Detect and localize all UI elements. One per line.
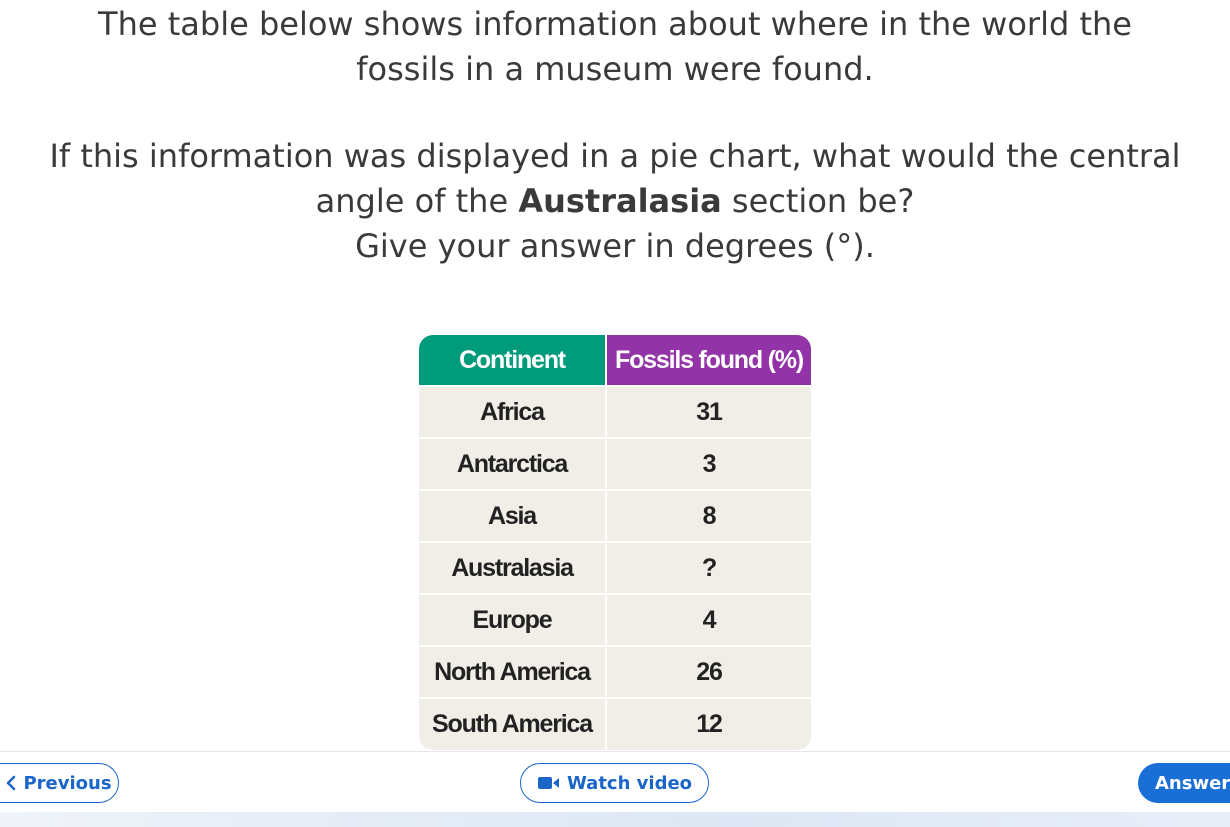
question-line-4-start: angle of the <box>315 182 519 220</box>
fossils-table: Continent Fossils found (%) Africa 31 An… <box>419 335 811 750</box>
percent-cell: 12 <box>606 697 811 750</box>
percent-cell: 31 <box>606 385 811 438</box>
table-header-row: Continent Fossils found (%) <box>419 335 811 386</box>
question-line-3: If this information was displayed in a p… <box>49 137 1181 175</box>
table-row: Australasia ? <box>419 541 811 594</box>
watch-video-label: Watch video <box>566 772 693 794</box>
continent-cell: Europe <box>419 593 607 646</box>
video-camera-icon <box>537 776 561 790</box>
percent-cell: 8 <box>606 489 811 542</box>
question-line-2: fossils in a museum were found. <box>356 50 874 88</box>
table-row: North America 26 <box>419 645 811 698</box>
highlighted-continent: Australasia <box>518 182 722 220</box>
question-line-4: angle of the Australasia section be? <box>0 179 1230 224</box>
watch-video-button[interactable]: Watch video <box>520 763 709 803</box>
continent-cell: Asia <box>419 489 607 542</box>
answer-button[interactable]: Answer <box>1138 763 1230 803</box>
percent-cell: ? <box>606 541 811 594</box>
question-text: The table below shows information about … <box>0 2 1230 269</box>
answer-label: Answer <box>1155 772 1230 794</box>
table-row: Antarctica 3 <box>419 437 811 490</box>
header-fossils-found: Fossils found (%) <box>606 335 811 386</box>
continent-cell: Antarctica <box>419 437 607 490</box>
continent-cell: South America <box>419 697 607 750</box>
header-continent: Continent <box>419 335 607 386</box>
percent-cell: 3 <box>606 437 811 490</box>
continent-cell: Africa <box>419 385 607 438</box>
question-line-1: The table below shows information about … <box>98 5 1132 43</box>
continent-cell: Australasia <box>419 541 607 594</box>
table-row: Europe 4 <box>419 593 811 646</box>
question-line-5: Give your answer in degrees (°). <box>355 227 875 265</box>
question-line-4-end: section be? <box>721 182 915 220</box>
table-row: Asia 8 <box>419 489 811 542</box>
previous-label: Previous <box>23 772 112 794</box>
footer-gradient-band <box>0 812 1230 827</box>
continent-cell: North America <box>419 645 607 698</box>
table-row: Africa 31 <box>419 385 811 438</box>
percent-cell: 26 <box>606 645 811 698</box>
footer-bar: Previous Watch video Answer <box>0 751 1230 827</box>
percent-cell: 4 <box>606 593 811 646</box>
table-row: South America 12 <box>419 697 811 750</box>
question-page: The table below shows information about … <box>0 0 1230 827</box>
chevron-left-icon <box>5 775 17 791</box>
previous-button[interactable]: Previous <box>0 763 119 803</box>
